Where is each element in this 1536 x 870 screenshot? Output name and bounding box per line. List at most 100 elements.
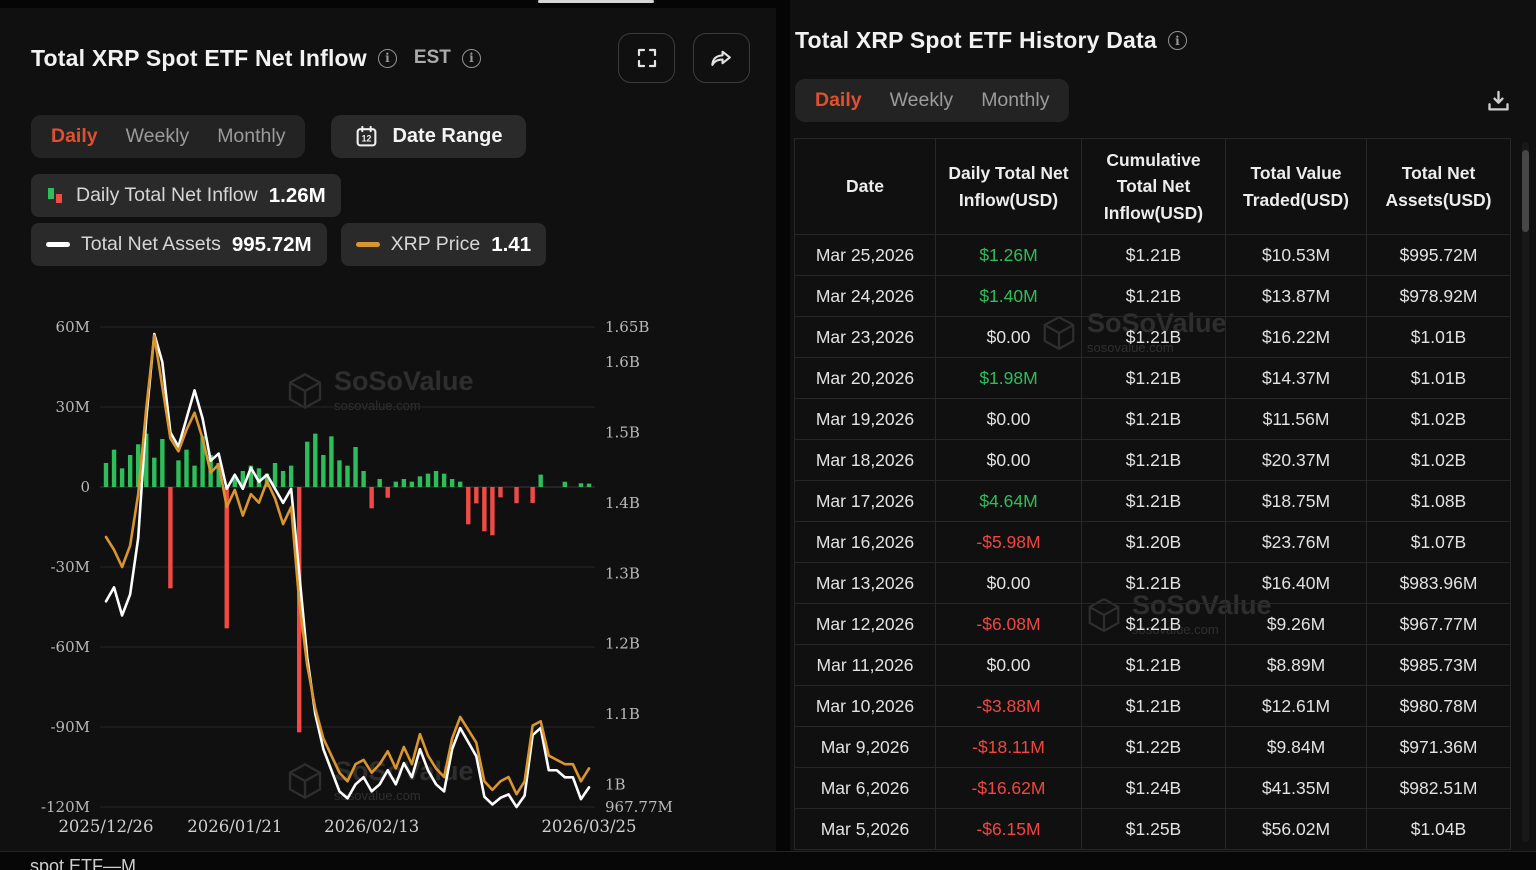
table-row: Mar 13,2026 $0.00 $1.21B $16.40M $983.96M xyxy=(794,562,1511,604)
svg-text:-90M: -90M xyxy=(50,718,90,736)
cell-date: Mar 11,2026 xyxy=(794,644,936,686)
cell-value: $8.89M xyxy=(1225,644,1367,686)
tab-monthly[interactable]: Monthly xyxy=(968,83,1062,118)
cell-value: -$3.88M xyxy=(935,685,1082,727)
cell-value: $16.22M xyxy=(1225,316,1367,358)
legend-daily-net-inflow[interactable]: Daily Total Net Inflow 1.26M xyxy=(31,174,341,217)
cell-value: $9.26M xyxy=(1225,603,1367,645)
cutoff-element-top xyxy=(538,0,654,3)
cell-value: $1.21B xyxy=(1081,357,1226,399)
cell-value: -$18.11M xyxy=(935,726,1082,768)
svg-text:30M: 30M xyxy=(56,398,90,416)
cell-value: $1.21B xyxy=(1081,685,1226,727)
table-row: Mar 17,2026 $4.64M $1.21B $18.75M $1.08B xyxy=(794,480,1511,522)
table-row: Mar 5,2026 -$6.15M $1.25B $56.02M $1.04B xyxy=(794,808,1511,850)
legend-label: Daily Total Net Inflow xyxy=(76,184,258,206)
fullscreen-icon xyxy=(637,48,656,68)
cell-value: -$5.98M xyxy=(935,521,1082,563)
cell-value: $982.51M xyxy=(1366,767,1511,809)
cell-value: $1.22B xyxy=(1081,726,1226,768)
cell-value: $1.21B xyxy=(1081,480,1226,522)
cell-value: $978.92M xyxy=(1366,275,1511,317)
cell-value: $1.21B xyxy=(1081,275,1226,317)
cell-value: $9.84M xyxy=(1225,726,1367,768)
cell-value: $18.75M xyxy=(1225,480,1367,522)
download-button[interactable] xyxy=(1485,88,1512,118)
tab-daily[interactable]: Daily xyxy=(802,83,875,118)
cell-value: $1.26M xyxy=(935,234,1082,276)
cell-date: Mar 24,2026 xyxy=(794,275,936,317)
legend-xrp-price[interactable]: XRP Price 1.41 xyxy=(340,223,547,266)
table-row: Mar 9,2026 -$18.11M $1.22B $9.84M $971.36M xyxy=(794,726,1511,768)
svg-text:-60M: -60M xyxy=(50,638,90,656)
history-data-panel: SoSoValue sosovalue.com SoSoValue sosova… xyxy=(790,0,1536,851)
svg-text:1.2B: 1.2B xyxy=(605,635,640,653)
table-row: Mar 25,2026 $1.26M $1.21B $10.53M $995.72M xyxy=(794,234,1511,276)
fullscreen-button[interactable] xyxy=(618,33,675,83)
cell-value: $41.35M xyxy=(1225,767,1367,809)
table-row: Mar 12,2026 -$6.08M $1.21B $9.26M $967.77M xyxy=(794,603,1511,645)
history-table-container[interactable]: Date Daily Total Net Inflow(USD) Cumulat… xyxy=(794,138,1520,851)
cell-date: Mar 9,2026 xyxy=(794,726,936,768)
cell-value: $1.21B xyxy=(1081,234,1226,276)
cell-value: $56.02M xyxy=(1225,808,1367,850)
chart-period-tabs: Daily Weekly Monthly xyxy=(31,115,306,158)
cell-date: Mar 10,2026 xyxy=(794,685,936,727)
assets-line-icon xyxy=(46,242,70,247)
svg-text:1.65B: 1.65B xyxy=(605,318,649,336)
cell-value: $0.00 xyxy=(935,439,1082,481)
cell-date: Mar 18,2026 xyxy=(794,439,936,481)
table-scrollbar-track[interactable] xyxy=(1522,142,1529,842)
cell-value: $23.76M xyxy=(1225,521,1367,563)
table-scrollbar-thumb[interactable] xyxy=(1522,150,1529,232)
date-range-button[interactable]: 12 Date Range xyxy=(331,115,526,158)
inflow-chart-area[interactable]: 60M 30M 0 -30M -60M -90M -120M 1.65B 1.6B 1.5B 1.4… xyxy=(40,313,700,838)
info-icon[interactable]: i xyxy=(377,48,397,68)
tab-daily[interactable]: Daily xyxy=(38,119,111,154)
inflow-chart-svg: 60M 30M 0 -30M -60M -90M -120M 1.65B 1.6B 1.5B 1.4… xyxy=(41,318,673,836)
col-header-date: Date xyxy=(794,138,936,235)
cell-value: $1.24B xyxy=(1081,767,1226,809)
table-row: Mar 24,2026 $1.40M $1.21B $13.87M $978.92M xyxy=(794,275,1511,317)
tab-monthly[interactable]: Monthly xyxy=(204,119,298,154)
svg-text:2025/12/26: 2025/12/26 xyxy=(58,817,153,836)
table-period-tabs: Daily Weekly Monthly xyxy=(795,79,1070,122)
cell-date: Mar 19,2026 xyxy=(794,398,936,440)
cell-value: $971.36M xyxy=(1366,726,1511,768)
share-icon xyxy=(711,50,731,66)
cell-value: $1.01B xyxy=(1366,316,1511,358)
cell-date: Mar 12,2026 xyxy=(794,603,936,645)
calendar-icon: 12 xyxy=(357,125,377,147)
cell-value: $1.04B xyxy=(1366,808,1511,850)
svg-text:967.77M: 967.77M xyxy=(605,798,673,816)
cell-value: $1.25B xyxy=(1081,808,1226,850)
col-header-net-assets: Total Net Assets(USD) xyxy=(1366,138,1511,235)
cell-value: $1.02B xyxy=(1366,439,1511,481)
share-button[interactable] xyxy=(693,33,750,83)
table-row: Mar 16,2026 -$5.98M $1.20B $23.76M $1.07B xyxy=(794,521,1511,563)
cell-value: -$6.15M xyxy=(935,808,1082,850)
tab-weekly[interactable]: Weekly xyxy=(113,119,203,154)
svg-text:0: 0 xyxy=(80,478,90,496)
svg-text:1.5B: 1.5B xyxy=(605,424,640,442)
cell-value: $1.21B xyxy=(1081,398,1226,440)
cell-value: $14.37M xyxy=(1225,357,1367,399)
chart-title: Total XRP Spot ETF Net Inflow xyxy=(31,44,367,71)
cell-value: $1.21B xyxy=(1081,603,1226,645)
cell-value: $13.87M xyxy=(1225,275,1367,317)
legend-total-net-assets[interactable]: Total Net Assets 995.72M xyxy=(31,223,327,266)
cell-date: Mar 13,2026 xyxy=(794,562,936,604)
info-icon[interactable]: i xyxy=(461,48,481,68)
info-icon[interactable]: i xyxy=(1167,31,1187,50)
col-header-daily-net-inflow: Daily Total Net Inflow(USD) xyxy=(935,138,1082,235)
cell-value: $1.20B xyxy=(1081,521,1226,563)
cell-date: Mar 5,2026 xyxy=(794,808,936,850)
inflow-legend-icon xyxy=(48,188,62,203)
history-table-body: Mar 25,2026 $1.26M $1.21B $10.53M $995.72M Ma… xyxy=(794,234,1511,850)
price-line-icon xyxy=(355,242,380,247)
cell-value: $985.73M xyxy=(1366,644,1511,686)
col-header-value-traded: Total Value Traded(USD) xyxy=(1225,138,1367,235)
cell-value: $983.96M xyxy=(1366,562,1511,604)
tab-weekly[interactable]: Weekly xyxy=(877,83,967,118)
cell-date: Mar 17,2026 xyxy=(794,480,936,522)
